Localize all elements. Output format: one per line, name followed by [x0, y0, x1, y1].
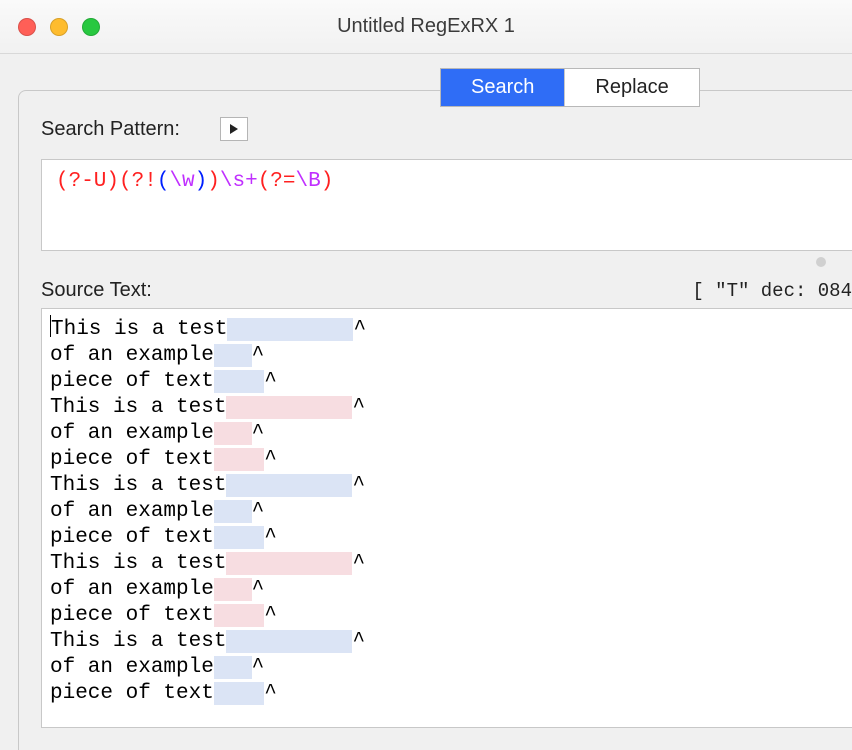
match-highlight: [214, 448, 264, 471]
source-line-text: piece of text: [50, 604, 214, 627]
source-line-text: piece of text: [50, 682, 214, 705]
match-highlight: [214, 682, 264, 705]
eol-marker: ^: [252, 422, 265, 445]
match-highlight: [214, 422, 252, 445]
eol-marker: ^: [264, 682, 277, 705]
pattern-token: \s+: [220, 170, 258, 193]
source-line: piece of text ^: [50, 681, 846, 707]
match-highlight: [214, 526, 264, 549]
split-divider[interactable]: [19, 251, 852, 275]
source-line: of an example ^: [50, 421, 846, 447]
eol-marker: ^: [252, 656, 265, 679]
source-line: of an example ^: [50, 499, 846, 525]
eol-marker: ^: [264, 448, 277, 471]
match-highlight: [214, 656, 252, 679]
match-highlight: [226, 630, 352, 653]
window-title: Untitled RegExRX 1: [0, 15, 852, 38]
panel-frame: Search Pattern: (?-U)(?!(\w))\s+(?=\B) S…: [18, 90, 852, 750]
pattern-token: (?-U): [56, 170, 119, 193]
eol-marker: ^: [252, 500, 265, 523]
match-highlight: [227, 318, 353, 341]
source-line: piece of text ^: [50, 525, 846, 551]
source-line: This is a test ^: [50, 629, 846, 655]
eol-marker: ^: [264, 604, 277, 627]
source-line: piece of text ^: [50, 447, 846, 473]
pattern-token: \B: [296, 170, 321, 193]
minimize-window-button[interactable]: [50, 18, 68, 36]
split-grip-icon: [816, 257, 826, 267]
pattern-token: ): [207, 170, 220, 193]
source-line-text: of an example: [50, 656, 214, 679]
pattern-token: (: [157, 170, 170, 193]
match-highlight: [226, 396, 352, 419]
pattern-menu-button[interactable]: [220, 117, 248, 141]
source-line-text: piece of text: [50, 526, 214, 549]
source-line-text: This is a test: [51, 318, 227, 341]
match-highlight: [226, 552, 352, 575]
source-line-text: of an example: [50, 344, 214, 367]
eol-marker: ^: [352, 552, 365, 575]
source-line: This is a test ^: [50, 395, 846, 421]
eol-marker: ^: [252, 578, 265, 601]
source-line-text: This is a test: [50, 396, 226, 419]
source-line: of an example ^: [50, 655, 846, 681]
pattern-token: \w: [169, 170, 194, 193]
pattern-input[interactable]: (?-U)(?!(\w))\s+(?=\B): [41, 159, 852, 251]
eol-marker: ^: [264, 370, 277, 393]
cursor-status-text: [ "T" dec: 084: [692, 280, 852, 302]
source-line: This is a test ^: [50, 551, 846, 577]
match-highlight: [214, 604, 264, 627]
source-line-text: This is a test: [50, 630, 226, 653]
source-line: piece of text ^: [50, 603, 846, 629]
source-label: Source Text:: [41, 279, 152, 302]
source-line-text: piece of text: [50, 448, 214, 471]
window-titlebar: Untitled RegExRX 1: [0, 0, 852, 54]
source-text-input[interactable]: This is a test ^of an example ^piece of …: [41, 308, 852, 728]
pattern-token: (?!: [119, 170, 157, 193]
zoom-window-button[interactable]: [82, 18, 100, 36]
close-window-button[interactable]: [18, 18, 36, 36]
source-line: of an example ^: [50, 577, 846, 603]
match-highlight: [214, 500, 252, 523]
source-line: of an example ^: [50, 343, 846, 369]
eol-marker: ^: [352, 474, 365, 497]
mode-tabstrip: Search Replace: [440, 68, 700, 107]
match-highlight: [214, 370, 264, 393]
match-highlight: [214, 344, 252, 367]
source-line: This is a test ^: [50, 473, 846, 499]
source-line-text: This is a test: [50, 552, 226, 575]
pattern-section: Search Pattern: (?-U)(?!(\w))\s+(?=\B): [19, 91, 852, 251]
eol-marker: ^: [252, 344, 265, 367]
source-line: This is a test ^: [50, 315, 846, 343]
match-highlight: [214, 578, 252, 601]
play-icon: [229, 123, 239, 135]
tab-replace[interactable]: Replace: [564, 69, 698, 106]
source-line-text: This is a test: [50, 474, 226, 497]
eol-marker: ^: [352, 630, 365, 653]
pattern-token: ): [195, 170, 208, 193]
eol-marker: ^: [264, 526, 277, 549]
source-line-text: piece of text: [50, 370, 214, 393]
source-line: piece of text ^: [50, 369, 846, 395]
pattern-token: ): [321, 170, 334, 193]
eol-marker: ^: [353, 318, 366, 341]
source-line-text: of an example: [50, 422, 214, 445]
source-line-text: of an example: [50, 500, 214, 523]
tab-search[interactable]: Search: [441, 69, 564, 106]
pattern-token: (?=: [258, 170, 296, 193]
pattern-label: Search Pattern:: [41, 118, 180, 141]
source-line-text: of an example: [50, 578, 214, 601]
window-traffic-lights: [0, 18, 100, 36]
match-highlight: [226, 474, 352, 497]
source-section: Source Text: [ "T" dec: 084 This is a te…: [19, 275, 852, 728]
eol-marker: ^: [352, 396, 365, 419]
